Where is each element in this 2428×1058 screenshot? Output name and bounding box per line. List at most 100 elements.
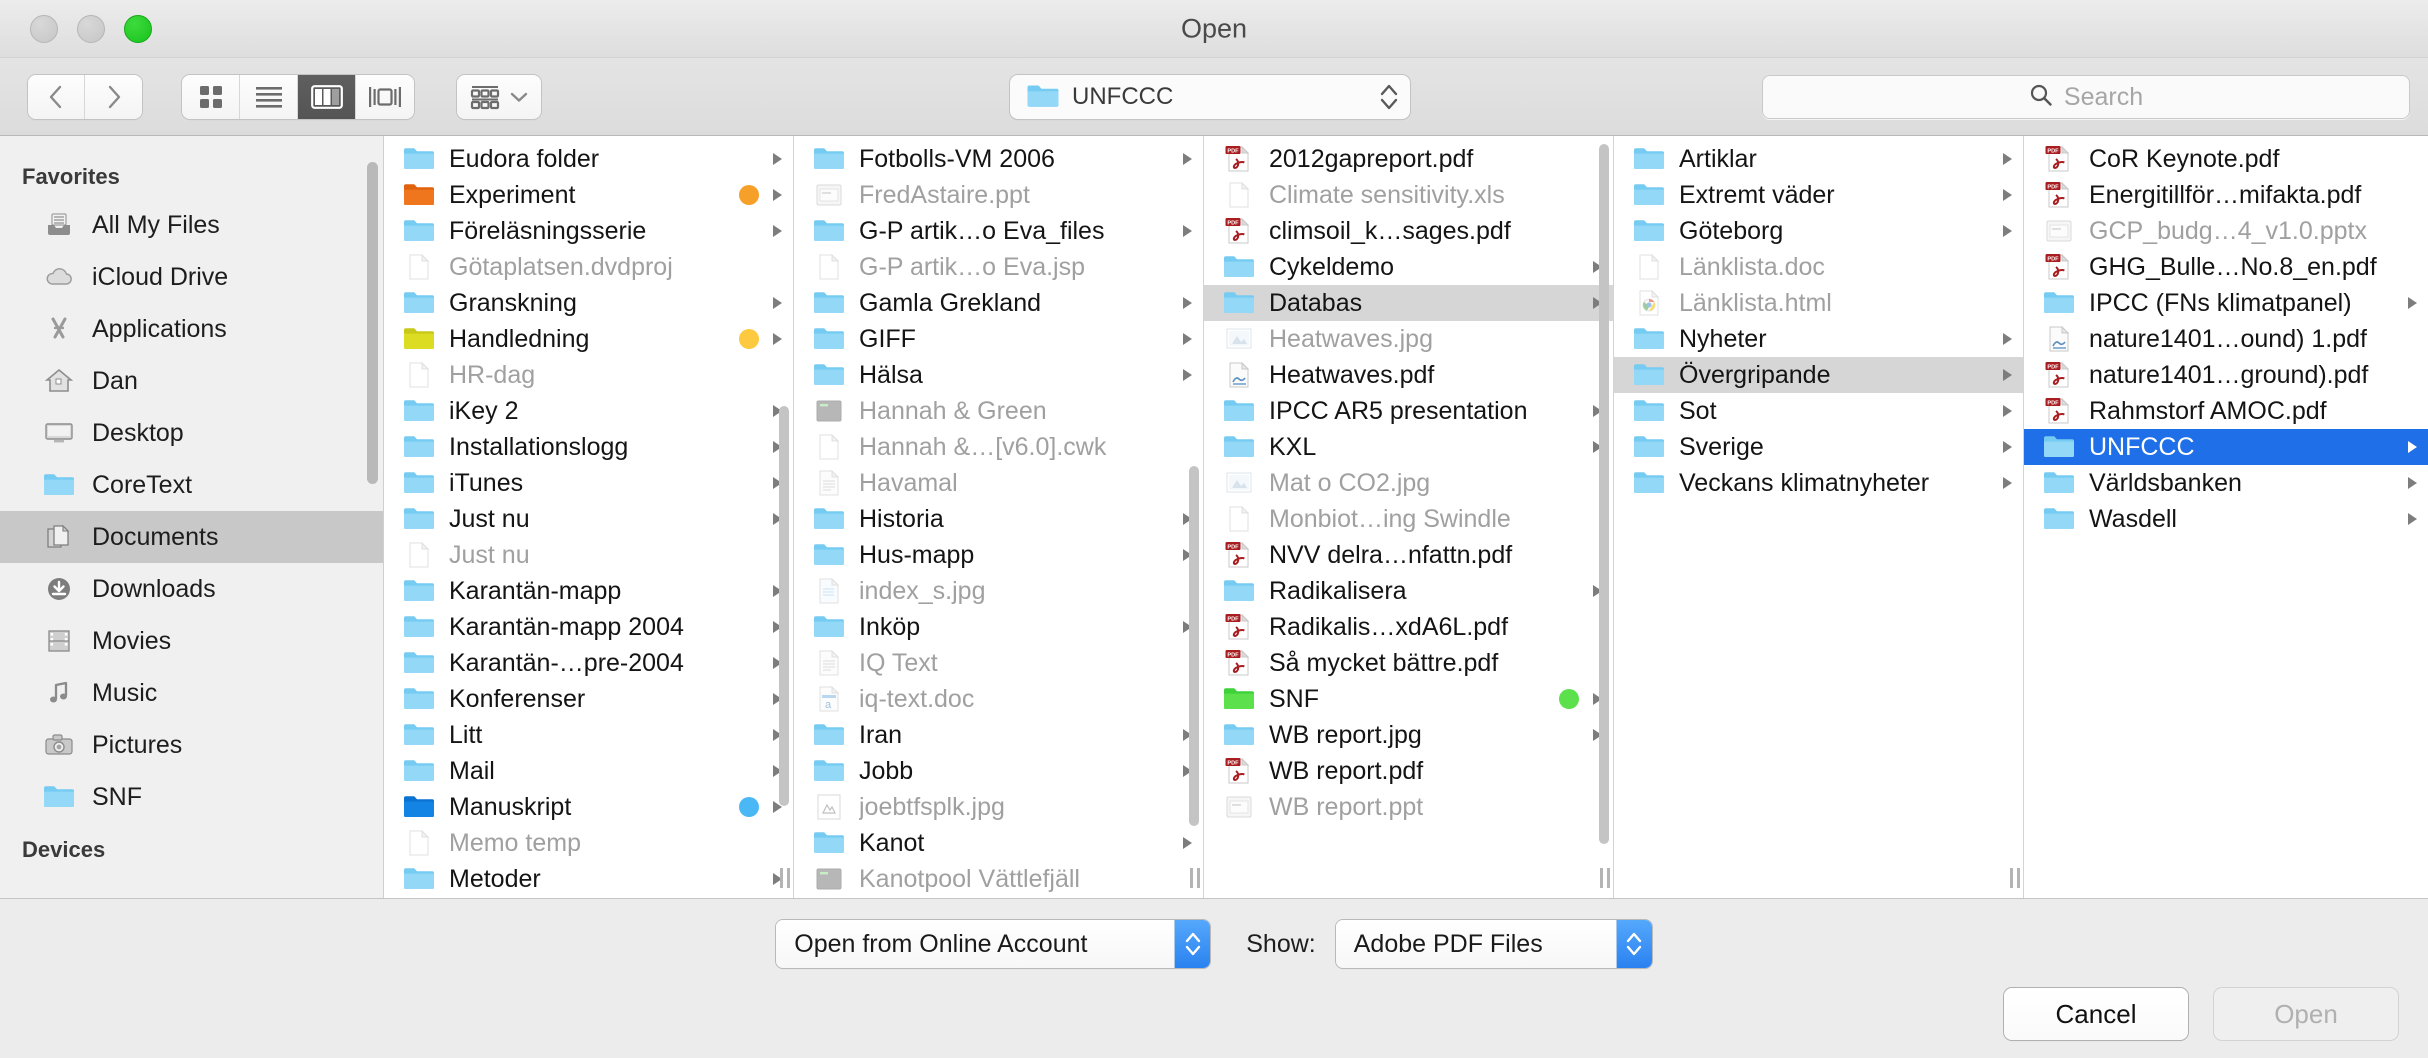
file-row[interactable]: Fotbolls-VM 2006 <box>794 141 1203 177</box>
stepper-icon[interactable] <box>1378 81 1400 113</box>
file-row[interactable]: Granskning <box>384 285 793 321</box>
file-row[interactable]: PDF NVV delra…nfattn.pdf <box>1204 537 1613 573</box>
file-row[interactable]: joebtfsplk.jpg <box>794 789 1203 825</box>
file-row[interactable]: Hus-mapp <box>794 537 1203 573</box>
file-row[interactable]: G-P artik…o Eva_files <box>794 213 1203 249</box>
file-row[interactable]: PDF climsoil_k…sages.pdf <box>1204 213 1613 249</box>
file-row[interactable]: Kanot <box>794 825 1203 861</box>
file-row[interactable]: Radikalisera <box>1204 573 1613 609</box>
file-row[interactable]: PDF Rahmstorf AMOC.pdf <box>2024 393 2428 429</box>
file-row[interactable]: Iran <box>794 717 1203 753</box>
file-row[interactable]: PDF Så mycket bättre.pdf <box>1204 645 1613 681</box>
file-row[interactable]: Metoder <box>384 861 793 897</box>
file-row[interactable]: KXL <box>1204 429 1613 465</box>
file-row[interactable]: WB report.ppt <box>1204 789 1613 825</box>
file-row[interactable]: Världsbanken <box>2024 465 2428 501</box>
file-row[interactable]: Memo temp <box>384 825 793 861</box>
file-row[interactable]: Experiment <box>384 177 793 213</box>
file-row[interactable]: iKey 2 <box>384 393 793 429</box>
file-row[interactable]: PDF Energitillför…mifakta.pdf <box>2024 177 2428 213</box>
file-row[interactable]: IQ Text <box>794 645 1203 681</box>
column-4-resize-grip[interactable] <box>2010 868 2020 888</box>
search-field[interactable]: Search <box>1762 75 2410 119</box>
sidebar-item-coretext[interactable]: CoreText <box>0 459 383 511</box>
sidebar-scrollbar[interactable] <box>367 162 378 484</box>
file-row[interactable]: Föreläsningsserie <box>384 213 793 249</box>
column-3-scrollbar[interactable] <box>1599 144 1609 844</box>
file-row[interactable]: Heatwaves.jpg <box>1204 321 1613 357</box>
sidebar-item-snf[interactable]: SNF <box>0 771 383 823</box>
file-row[interactable]: Historia <box>794 501 1203 537</box>
file-row[interactable]: Göteborg <box>1614 213 2023 249</box>
icon-view-button[interactable] <box>182 74 240 119</box>
coverflow-view-button[interactable] <box>356 74 414 119</box>
file-row[interactable]: nature1401…ound) 1.pdf <box>2024 321 2428 357</box>
file-row[interactable]: Mat o CO2.jpg <box>1204 465 1613 501</box>
column-1-resize-grip[interactable] <box>780 868 790 888</box>
file-row[interactable]: GIFF <box>794 321 1203 357</box>
file-row[interactable]: PDF GHG_Bulle…No.8_en.pdf <box>2024 249 2428 285</box>
file-row[interactable]: IPCC (FNs klimatpanel) <box>2024 285 2428 321</box>
sidebar-item-applications[interactable]: Applications <box>0 303 383 355</box>
file-row[interactable]: Veckans klimatnyheter <box>1614 465 2023 501</box>
file-row[interactable]: Karantän-mapp <box>384 573 793 609</box>
file-row[interactable]: Sot <box>1614 393 2023 429</box>
list-view-button[interactable] <box>240 74 298 119</box>
file-row[interactable]: Wasdell <box>2024 501 2428 537</box>
open-from-online-account-popup[interactable]: Open from Online Account <box>776 920 1211 968</box>
file-row[interactable]: Hannah &…[v6.0].cwk <box>794 429 1203 465</box>
stepper-icon[interactable] <box>1174 920 1211 968</box>
file-row[interactable]: Götaplatsen.dvdproj <box>384 249 793 285</box>
file-row[interactable]: Climate sensitivity.xls <box>1204 177 1613 213</box>
sidebar-item-movies[interactable]: Movies <box>0 615 383 667</box>
column-3-resize-grip[interactable] <box>1600 868 1610 888</box>
sidebar-item-documents[interactable]: Documents <box>0 511 383 563</box>
file-row[interactable]: Länklista.html <box>1614 285 2023 321</box>
file-row[interactable]: Sverige <box>1614 429 2023 465</box>
file-row[interactable]: Just nu <box>384 501 793 537</box>
file-row[interactable]: WB report.jpg <box>1204 717 1613 753</box>
file-row[interactable]: UNFCCC <box>2024 429 2428 465</box>
file-row[interactable]: SNF <box>1204 681 1613 717</box>
file-row[interactable]: Monbiot…ing Swindle <box>1204 501 1613 537</box>
file-row[interactable]: a iq-text.doc <box>794 681 1203 717</box>
sidebar-item-all-my-files[interactable]: All My Files <box>0 199 383 251</box>
file-row[interactable]: Nyheter <box>1614 321 2023 357</box>
stepper-icon[interactable] <box>1615 920 1652 968</box>
file-filter-popup[interactable]: Adobe PDF Files <box>1335 920 1652 968</box>
file-row[interactable]: IPCC AR5 presentation <box>1204 393 1613 429</box>
sidebar-item-pictures[interactable]: Pictures <box>0 719 383 771</box>
back-button[interactable] <box>28 74 85 119</box>
file-row[interactable]: GCP_budg…4_v1.0.pptx <box>2024 213 2428 249</box>
file-row[interactable]: Cykeldemo <box>1204 249 1613 285</box>
file-row[interactable]: PDF nature1401…ground).pdf <box>2024 357 2428 393</box>
file-row[interactable]: Installationslogg <box>384 429 793 465</box>
column-2-scrollbar[interactable] <box>1189 466 1199 826</box>
file-row[interactable]: Manuskript <box>384 789 793 825</box>
sidebar-item-dan[interactable]: Dan <box>0 355 383 407</box>
file-row[interactable]: Handledning <box>384 321 793 357</box>
file-row[interactable]: Hannah & Green <box>794 393 1203 429</box>
file-row[interactable]: Mail <box>384 753 793 789</box>
file-row[interactable]: Hälsa <box>794 357 1203 393</box>
arrange-button[interactable] <box>457 74 541 119</box>
file-row[interactable]: Länklista.doc <box>1614 249 2023 285</box>
sidebar-item-icloud-drive[interactable]: iCloud Drive <box>0 251 383 303</box>
file-row[interactable]: Inköp <box>794 609 1203 645</box>
file-row[interactable]: Jobb <box>794 753 1203 789</box>
cancel-button[interactable]: Cancel <box>2004 988 2188 1040</box>
file-row[interactable]: Heatwaves.pdf <box>1204 357 1613 393</box>
forward-button[interactable] <box>85 74 142 119</box>
file-row[interactable]: PDF 2012gapreport.pdf <box>1204 141 1613 177</box>
file-row[interactable]: G-P artik…o Eva.jsp <box>794 249 1203 285</box>
file-row[interactable]: Databas <box>1204 285 1613 321</box>
file-row[interactable]: iTunes <box>384 465 793 501</box>
column-1-scrollbar[interactable] <box>779 406 789 806</box>
file-row[interactable]: Övergripande <box>1614 357 2023 393</box>
file-row[interactable]: Karantän-mapp 2004 <box>384 609 793 645</box>
file-row[interactable]: Havamal <box>794 465 1203 501</box>
file-row[interactable]: Extremt väder <box>1614 177 2023 213</box>
file-row[interactable]: Litt <box>384 717 793 753</box>
file-row[interactable]: PDF CoR Keynote.pdf <box>2024 141 2428 177</box>
file-row[interactable]: FredAstaire.ppt <box>794 177 1203 213</box>
